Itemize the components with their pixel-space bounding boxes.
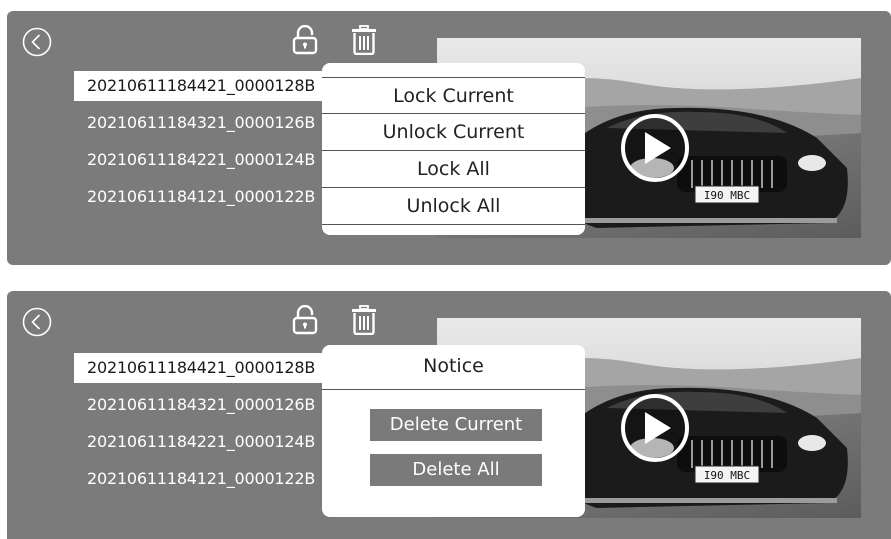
playback-screen-delete-dialog: 20210611184421_0000128B 20210611184321_0…	[7, 291, 891, 539]
license-plate: I90 MBC	[704, 469, 750, 482]
file-item[interactable]: 20210611184121_0000122B	[74, 182, 334, 212]
file-item[interactable]: 20210611184421_0000128B	[74, 353, 334, 383]
dialog-title: Notice	[322, 345, 585, 390]
file-item[interactable]: 20210611184221_0000124B	[74, 427, 334, 457]
delete-all-button[interactable]: Delete All	[370, 454, 542, 486]
lock-all-item[interactable]: Lock All	[322, 151, 585, 188]
file-list: 20210611184421_0000128B 20210611184321_0…	[74, 353, 334, 501]
unlock-all-item[interactable]: Unlock All	[322, 188, 585, 225]
progress-track[interactable]	[584, 218, 837, 223]
file-item[interactable]: 20210611184121_0000122B	[74, 464, 334, 494]
lock-current-item[interactable]: Lock Current	[322, 77, 585, 114]
file-list: 20210611184421_0000128B 20210611184321_0…	[74, 71, 334, 219]
delete-dialog: Notice Delete Current Delete All	[322, 345, 585, 517]
file-item[interactable]: 20210611184321_0000126B	[74, 390, 334, 420]
file-item[interactable]: 20210611184321_0000126B	[74, 108, 334, 138]
back-icon[interactable]	[22, 307, 52, 337]
back-icon[interactable]	[22, 27, 52, 57]
trash-icon[interactable]	[351, 305, 377, 335]
unlock-icon[interactable]	[291, 305, 319, 335]
delete-current-button[interactable]: Delete Current	[370, 409, 542, 441]
license-plate: I90 MBC	[704, 189, 750, 202]
unlock-icon[interactable]	[291, 25, 319, 55]
file-item[interactable]: 20210611184221_0000124B	[74, 145, 334, 175]
lock-menu: Lock Current Unlock Current Lock All Unl…	[322, 63, 585, 235]
progress-track[interactable]	[584, 498, 837, 503]
unlock-current-item[interactable]: Unlock Current	[322, 114, 585, 151]
file-item[interactable]: 20210611184421_0000128B	[74, 71, 334, 101]
playback-screen-lock-menu: 20210611184421_0000128B 20210611184321_0…	[7, 11, 891, 265]
trash-icon[interactable]	[351, 25, 377, 55]
